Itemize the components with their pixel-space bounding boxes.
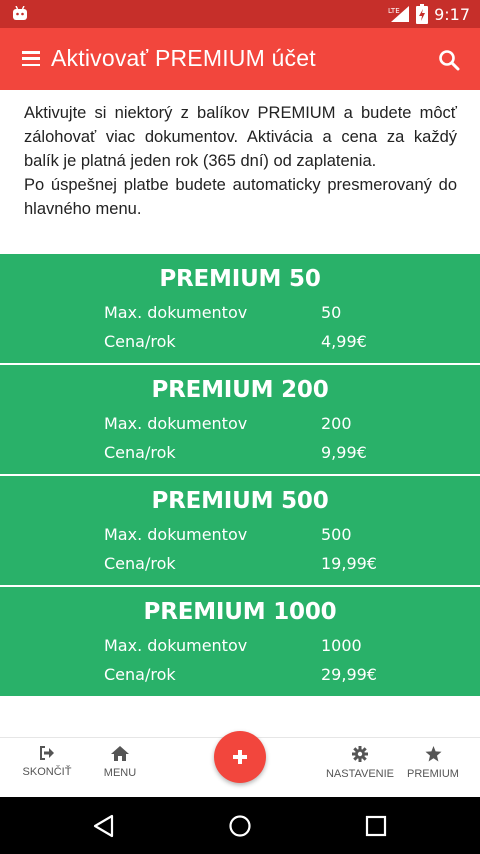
plan-name: PREMIUM 500 bbox=[151, 488, 329, 514]
back-icon[interactable] bbox=[92, 814, 116, 838]
plan-name: PREMIUM 50 bbox=[159, 266, 321, 292]
page-title: Aktivovať PREMIUM účet bbox=[51, 45, 316, 71]
home-icon[interactable] bbox=[228, 814, 252, 838]
plus-icon bbox=[233, 750, 247, 764]
plan-premium-50[interactable]: PREMIUM 50 Max. dokumentov 50 Cena/rok 4… bbox=[0, 254, 480, 363]
app-bar: Aktivovať PREMIUM účet bbox=[0, 28, 480, 90]
lte-signal-icon: LTE bbox=[388, 6, 410, 22]
add-button[interactable] bbox=[214, 731, 266, 783]
battery-charging-icon bbox=[416, 4, 429, 24]
nav-premium-label: PREMIUM bbox=[407, 768, 459, 780]
plan-price-value: 9,99€ bbox=[321, 443, 367, 462]
intro-text: Aktivujte si niektorý z balíkov PREMIUM … bbox=[24, 101, 457, 221]
sign-out-icon bbox=[40, 746, 54, 760]
nav-menu-label: MENU bbox=[103, 767, 137, 779]
system-navigation-bar bbox=[0, 797, 480, 854]
status-bar: LTE 9:17 bbox=[0, 0, 480, 28]
plan-name: PREMIUM 200 bbox=[151, 377, 329, 403]
plan-docs-label: Max. dokumentov bbox=[104, 303, 248, 322]
gear-icon bbox=[352, 746, 368, 762]
star-icon bbox=[425, 746, 441, 762]
plan-docs-value: 200 bbox=[321, 414, 352, 433]
plan-docs-value: 1000 bbox=[321, 636, 362, 655]
nav-premium[interactable]: PREMIUM bbox=[403, 746, 463, 780]
plan-docs-label: Max. dokumentov bbox=[104, 414, 248, 433]
home-icon bbox=[111, 746, 129, 761]
plan-docs-label: Max. dokumentov bbox=[104, 525, 248, 544]
nav-settings-label: NASTAVENIE bbox=[325, 768, 395, 780]
nav-menu[interactable]: MENU bbox=[96, 746, 144, 779]
plan-price-label: Cena/rok bbox=[104, 665, 176, 684]
plan-price-label: Cena/rok bbox=[104, 332, 176, 351]
search-icon[interactable] bbox=[438, 49, 460, 71]
plan-docs-label: Max. dokumentov bbox=[104, 636, 248, 655]
hamburger-icon[interactable] bbox=[22, 51, 40, 67]
plan-docs-value: 500 bbox=[321, 525, 352, 544]
plan-price-label: Cena/rok bbox=[104, 554, 176, 573]
plan-premium-200[interactable]: PREMIUM 200 Max. dokumentov 200 Cena/rok… bbox=[0, 365, 480, 474]
plan-price-value: 19,99€ bbox=[321, 554, 377, 573]
plan-docs-value: 50 bbox=[321, 303, 342, 322]
nav-quit[interactable]: SKONČIŤ bbox=[20, 746, 74, 778]
plan-premium-1000[interactable]: PREMIUM 1000 Max. dokumentov 1000 Cena/r… bbox=[0, 587, 480, 696]
intro-paragraph-1: Aktivujte si niektorý z balíkov PREMIUM … bbox=[24, 104, 457, 170]
svg-text:LTE: LTE bbox=[388, 7, 400, 15]
plan-price-value: 4,99€ bbox=[321, 332, 367, 351]
status-time: 9:17 bbox=[434, 4, 470, 24]
recents-icon[interactable] bbox=[365, 815, 387, 837]
plan-price-value: 29,99€ bbox=[321, 665, 377, 684]
nav-quit-label: SKONČIŤ bbox=[22, 766, 72, 778]
plan-name: PREMIUM 1000 bbox=[143, 599, 337, 625]
android-notification-icon bbox=[13, 6, 27, 20]
intro-paragraph-2: Po úspešnej platbe budete automaticky pr… bbox=[24, 176, 457, 218]
plan-list: PREMIUM 50 Max. dokumentov 50 Cena/rok 4… bbox=[0, 254, 480, 698]
plan-premium-500[interactable]: PREMIUM 500 Max. dokumentov 500 Cena/rok… bbox=[0, 476, 480, 585]
plan-price-label: Cena/rok bbox=[104, 443, 176, 462]
nav-settings[interactable]: NASTAVENIE bbox=[322, 746, 398, 780]
